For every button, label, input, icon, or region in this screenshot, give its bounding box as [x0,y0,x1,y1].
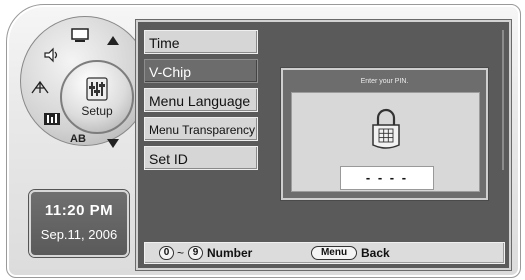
menu-item-time[interactable]: Time [144,30,258,54]
lock-icon [372,108,400,149]
up-arrow-icon[interactable] [107,36,119,45]
menu-item-menu-language[interactable]: Menu Language [144,88,258,112]
clock-date: Sep.11, 2006 [40,227,118,242]
back-hint-label: Back [361,246,390,260]
setup-hub-button[interactable]: Setup [60,60,134,134]
key-9-icon: 9 [188,246,203,260]
pin-dialog: Enter your PIN. - - - - [281,68,488,200]
pin-entry-field[interactable]: - - - - [340,166,434,190]
number-hint-label: Number [207,246,253,260]
hub-label: Setup [81,104,113,118]
menu-key-icon[interactable]: Menu [311,246,357,260]
setup-icon [86,77,108,101]
key-0-icon: 0 [159,246,174,260]
pin-dialog-title: Enter your PIN. [360,78,409,85]
pin-dialog-body: - - - - [291,92,480,192]
ab-label: AB [70,133,86,145]
key-range-separator: ~ [177,246,185,260]
scrollbar[interactable] [502,30,504,170]
clock-time: 11:20 PM [44,202,114,219]
footer-help-bar: 0 ~ 9 Number Menu Back [144,242,505,264]
menu-item-v-chip[interactable]: V-Chip [144,59,258,83]
menu-item-menu-transparency[interactable]: Menu Transparency [144,117,258,141]
menu-item-set-id[interactable]: Set ID [144,146,258,170]
clock-panel: 11:20 PM Sep.11, 2006 [29,190,129,257]
tv-screen-icon[interactable] [65,23,95,47]
setup-screen: Time V-Chip Menu Language Menu Transpare… [136,20,511,270]
antenna-icon[interactable] [25,75,55,99]
speaker-icon[interactable] [37,43,67,67]
down-arrow-icon[interactable] [107,139,119,148]
